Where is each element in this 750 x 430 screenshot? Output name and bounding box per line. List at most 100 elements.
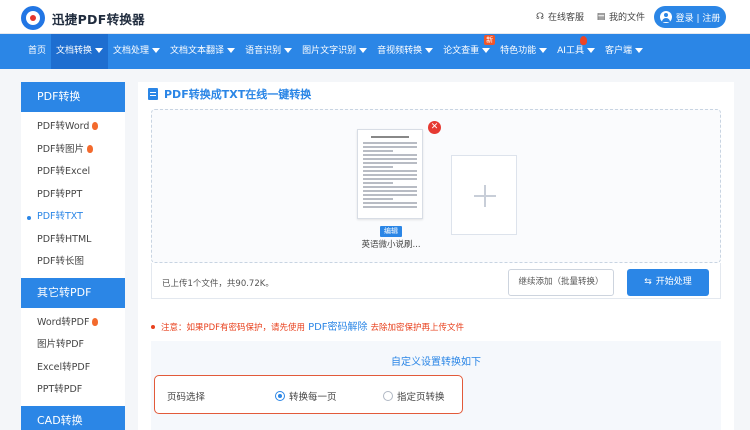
sidebar-item-word-to-pdf[interactable]: Word转PDF bbox=[21, 312, 125, 335]
chevron-down-icon bbox=[482, 48, 491, 53]
fire-icon bbox=[92, 122, 99, 130]
chevron-down-icon bbox=[152, 48, 161, 53]
chevron-down-icon bbox=[634, 48, 643, 53]
top-header: 迅捷PDF转换器 ☊ 在线客服 ▤ 我的文件 登录 | 注册 bbox=[0, 0, 750, 34]
my-files-label: 我的文件 bbox=[609, 13, 646, 23]
nav-client[interactable]: 客户端 bbox=[600, 34, 648, 69]
app-title[interactable]: 迅捷PDF转换器 bbox=[52, 9, 145, 28]
sidebar-item-label: Word转PDF bbox=[37, 316, 90, 328]
sidebar-section-other-to-pdf: 其它转PDF bbox=[21, 277, 125, 308]
nav-features[interactable]: 特色功能 bbox=[495, 34, 552, 69]
sidebar-item-excel-to-pdf[interactable]: Excel转PDF bbox=[21, 357, 125, 380]
notice-suffix: 去除加密保护再上传文件 bbox=[370, 323, 465, 333]
new-badge: 新 bbox=[484, 35, 496, 45]
nav-label: 图片文字识别 bbox=[302, 46, 357, 56]
sidebar-item-label: Excel转PDF bbox=[37, 361, 91, 373]
nav-label: 论文查重 bbox=[443, 46, 480, 56]
user-icon bbox=[659, 11, 672, 23]
page-title: PDF转换成TXT在线一键转换 bbox=[148, 86, 311, 102]
continue-add-button[interactable]: 继续添加（批量转换） bbox=[508, 269, 614, 296]
nav-label: AI工具 bbox=[557, 46, 584, 56]
my-files-link[interactable]: ▤ 我的文件 bbox=[596, 10, 646, 24]
online-service-label: 在线客服 bbox=[548, 13, 585, 23]
sidebar-item-pdf-to-ppt[interactable]: PDF转PPT bbox=[21, 184, 125, 207]
nav-translate[interactable]: 文档文本翻译 bbox=[165, 34, 240, 69]
chevron-down-icon bbox=[359, 48, 368, 53]
sidebar: PDF转换 PDF转Word PDF转图片 PDF转Excel PDF转PPT … bbox=[21, 82, 125, 430]
upload-status-bar: 已上传1个文件，共90.72K。 继续添加（批量转换） ⇆ 开始处理 bbox=[151, 263, 721, 299]
radio-unchecked-icon bbox=[383, 391, 393, 401]
sidebar-section-cad: CAD转换 bbox=[21, 405, 125, 430]
chevron-down-icon bbox=[95, 48, 104, 53]
radio-convert-all-pages[interactable]: 转换每一页 bbox=[275, 389, 337, 403]
sidebar-item-pdf-to-word[interactable]: PDF转Word bbox=[21, 116, 125, 139]
sidebar-section-pdf-convert: PDF转换 bbox=[21, 82, 125, 112]
nav-label: 音视频转换 bbox=[377, 46, 423, 56]
fire-icon bbox=[92, 317, 99, 326]
nav-label: 文档转换 bbox=[56, 46, 93, 56]
chevron-down-icon bbox=[586, 48, 595, 53]
radio-label: 指定页转换 bbox=[397, 392, 445, 403]
sidebar-list: PDF转Word PDF转图片 PDF转Excel PDF转PPT PDF转TX… bbox=[21, 112, 125, 278]
login-button[interactable]: 登录 | 注册 bbox=[654, 6, 726, 28]
start-label: 开始处理 bbox=[655, 277, 692, 287]
nav-doc-convert[interactable]: 文档转换 bbox=[51, 34, 109, 69]
sidebar-item-pdf-to-excel[interactable]: PDF转Excel bbox=[21, 161, 125, 184]
nav-speech[interactable]: 语音识别 bbox=[240, 34, 297, 69]
settings-title: 自定义设置转换如下 bbox=[391, 357, 481, 368]
sidebar-item-label: PDF转长图 bbox=[37, 256, 85, 267]
sidebar-item-label: PDF转PPT bbox=[37, 188, 83, 200]
nav-label: 特色功能 bbox=[500, 46, 537, 56]
radio-specify-pages[interactable]: 指定页转换 bbox=[383, 389, 445, 403]
nav-ai-tools[interactable]: AI工具 bbox=[552, 34, 600, 69]
add-file-button[interactable] bbox=[451, 155, 517, 235]
nav-label: 文档处理 bbox=[113, 46, 150, 56]
chevron-down-icon bbox=[284, 48, 293, 53]
nav-av[interactable]: 音视频转换 bbox=[372, 34, 438, 69]
nav-doc-process[interactable]: 文档处理 bbox=[108, 34, 165, 69]
chevron-down-icon bbox=[227, 48, 236, 53]
nav-home[interactable]: 首页 bbox=[23, 34, 51, 69]
sidebar-item-pdf-to-image[interactable]: PDF转图片 bbox=[21, 139, 125, 162]
nav-label: 客户端 bbox=[604, 46, 632, 56]
sidebar-item-label: PDF转Excel bbox=[37, 166, 91, 177]
nav-label: 文档文本翻译 bbox=[170, 46, 225, 56]
sidebar-item-label: PDF转TXT bbox=[37, 211, 83, 222]
radio-checked-icon bbox=[275, 391, 285, 401]
fire-icon bbox=[87, 144, 94, 153]
settings-panel: 自定义设置转换如下 页码选择 转换每一页 指定页转换 bbox=[151, 341, 721, 430]
remove-file-button[interactable]: ✕ bbox=[428, 121, 441, 134]
upload-dropzone[interactable]: ✕ 编辑 英语微小说刷... bbox=[151, 109, 721, 263]
online-service-link[interactable]: ☊ 在线客服 bbox=[535, 10, 585, 24]
app-logo-icon[interactable] bbox=[21, 6, 45, 30]
chevron-down-icon bbox=[425, 48, 434, 53]
sidebar-item-pdf-to-txt[interactable]: PDF转TXT bbox=[21, 206, 125, 229]
sidebar-item-label: PDF转HTML bbox=[37, 233, 92, 245]
file-thumbnail[interactable] bbox=[357, 129, 423, 219]
sidebar-item-pdf-to-html[interactable]: PDF转HTML bbox=[21, 229, 125, 252]
file-icon: ▤ bbox=[596, 11, 606, 22]
upload-status-text: 已上传1个文件，共90.72K。 bbox=[162, 279, 274, 289]
page-title-text: PDF转换成TXT在线一键转换 bbox=[164, 88, 312, 101]
pdf-unlock-link[interactable]: PDF密码解除 bbox=[305, 322, 370, 333]
nav-label: 首页 bbox=[28, 46, 47, 56]
notice-prefix: 注意：如果PDF有密码保护，请先使用 bbox=[161, 323, 306, 333]
page-selection-group: 页码选择 转换每一页 指定页转换 bbox=[154, 375, 463, 414]
sidebar-item-label: PDF转图片 bbox=[37, 143, 85, 155]
bullet-icon bbox=[151, 325, 155, 329]
nav-ocr[interactable]: 图片文字识别 bbox=[297, 34, 372, 69]
sidebar-item-ppt-to-pdf[interactable]: PPT转PDF bbox=[21, 379, 125, 402]
start-processing-button[interactable]: ⇆ 开始处理 bbox=[627, 269, 709, 296]
edit-file-button[interactable]: 编辑 bbox=[380, 226, 402, 237]
sidebar-item-pdf-to-long-image[interactable]: PDF转长图 bbox=[21, 251, 125, 274]
main-nav: 首页 文档转换 文档处理 文档文本翻译 语音识别 图片文字识别 音视频转换 论文… bbox=[0, 34, 750, 69]
sidebar-item-image-to-pdf[interactable]: 图片转PDF bbox=[21, 334, 125, 357]
password-notice: 注意：如果PDF有密码保护，请先使用 PDF密码解除 去除加密保护再上传文件 bbox=[151, 318, 464, 333]
chevron-down-icon bbox=[539, 48, 548, 53]
file-name: 英语微小说刷... bbox=[361, 240, 421, 250]
sidebar-item-label: PPT转PDF bbox=[37, 384, 83, 395]
sidebar-item-label: 图片转PDF bbox=[37, 339, 85, 350]
headset-icon: ☊ bbox=[536, 11, 544, 22]
main-panel: PDF转换成TXT在线一键转换 ✕ 编辑 英语微小说刷... 已上传1个文件，共… bbox=[138, 82, 734, 430]
nav-plagiarism[interactable]: 论文查重新 bbox=[438, 34, 496, 69]
